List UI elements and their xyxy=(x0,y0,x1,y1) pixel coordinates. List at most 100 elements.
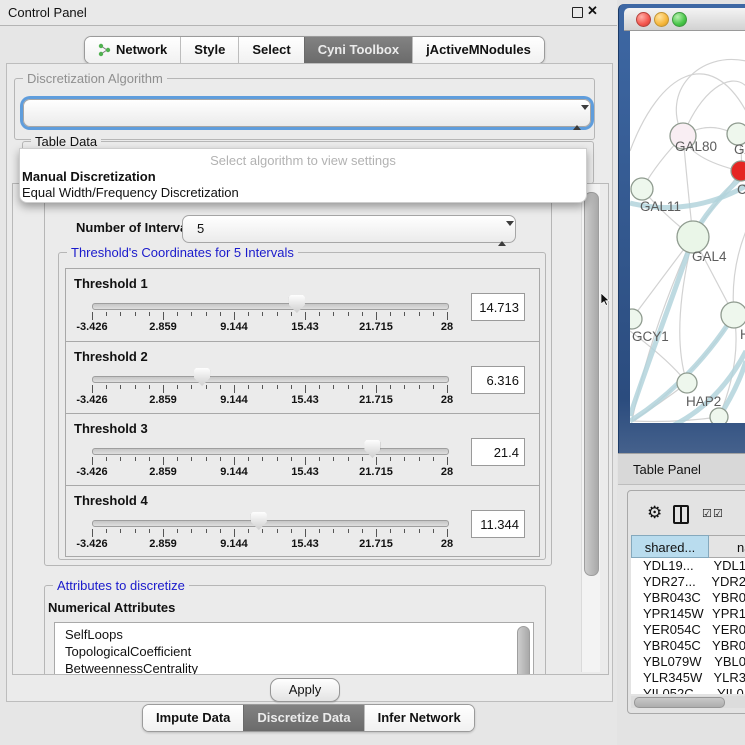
threshold-slider-3[interactable]: -3.4262.8599.14415.4321.71528 xyxy=(66,414,539,486)
node-label: GAL11 xyxy=(640,199,681,214)
tab-cyni-toolbox[interactable]: Cyni Toolbox xyxy=(304,37,412,63)
gear-icon[interactable]: ⚙ xyxy=(647,504,662,521)
table-row[interactable]: YBR045CYBR0 xyxy=(631,638,745,654)
scrollbar-track[interactable] xyxy=(581,184,600,672)
list-item[interactable]: BetweennessCentrality xyxy=(55,660,533,675)
slider-track[interactable] xyxy=(92,520,449,527)
slider-track[interactable] xyxy=(92,448,449,455)
slider-tick-labels: -3.4262.8599.14415.4321.71528 xyxy=(92,394,448,408)
threshold-slider-4[interactable]: -3.4262.8599.14415.4321.71528 xyxy=(66,486,539,558)
list-scrollbar[interactable] xyxy=(517,626,530,675)
scrollbar-thumb[interactable] xyxy=(584,192,599,576)
table-row[interactable]: YDL19...YDL1 xyxy=(631,558,745,574)
float-window-icon[interactable] xyxy=(572,7,583,18)
network-node[interactable] xyxy=(710,408,728,423)
network-canvas[interactable]: GAL80GACGAL11GAL4GCY1HHAP2 xyxy=(630,31,745,423)
network-node[interactable] xyxy=(677,373,697,393)
cell-shared-name[interactable]: YDR27... xyxy=(631,574,703,590)
number-of-intervals-combobox[interactable]: 5 xyxy=(182,215,516,243)
slider-ticks xyxy=(92,457,448,466)
slider-thumb[interactable] xyxy=(364,440,380,458)
cell-name[interactable]: YER0 xyxy=(704,622,745,638)
columns-icon[interactable] xyxy=(673,505,689,524)
slider-ticks xyxy=(92,312,448,321)
network-node[interactable] xyxy=(630,309,642,329)
column-header-shared-name[interactable]: shared... xyxy=(631,535,709,558)
cell-name[interactable]: YLR3 xyxy=(705,670,745,686)
node-label: HAP2 xyxy=(686,394,721,409)
cell-shared-name[interactable]: YDL19... xyxy=(631,558,705,574)
algorithm-combobox[interactable] xyxy=(23,99,591,127)
slider-thumb[interactable] xyxy=(251,512,267,530)
apply-button[interactable]: Apply xyxy=(270,678,340,702)
cell-name[interactable]: YBR0 xyxy=(704,590,745,606)
tick-label: 21.715 xyxy=(359,394,393,406)
cell-name[interactable]: YDR2 xyxy=(703,574,745,590)
tick-label: 9.144 xyxy=(220,538,248,550)
tab-style[interactable]: Style xyxy=(180,37,238,63)
threshold-value-field[interactable]: 6.316 xyxy=(471,366,525,394)
network-node[interactable] xyxy=(721,302,745,328)
threshold-value-field[interactable]: 14.713 xyxy=(471,293,525,321)
tab-discretize-data[interactable]: Discretize Data xyxy=(243,705,363,731)
tab-impute-data[interactable]: Impute Data xyxy=(143,705,243,731)
network-node[interactable] xyxy=(731,161,745,181)
tab-network[interactable]: Network xyxy=(85,37,180,63)
cell-name[interactable]: YPR1 xyxy=(704,606,745,622)
horizontal-scrollbar-thumb[interactable] xyxy=(634,697,725,708)
cell-shared-name[interactable]: YER054C xyxy=(631,622,704,638)
column-header-name[interactable]: name xyxy=(709,535,745,558)
node-label: C xyxy=(737,182,745,197)
cell-name[interactable]: YIL0 xyxy=(709,686,744,694)
minimize-traffic-light[interactable] xyxy=(654,12,669,27)
threshold-slider-2[interactable]: -3.4262.8599.14415.4321.71528 xyxy=(66,342,539,414)
cell-shared-name[interactable]: YPR145W xyxy=(631,606,704,622)
close-icon[interactable]: ✕ xyxy=(587,3,598,19)
table-row[interactable]: YIL052CYIL0 xyxy=(631,686,745,694)
mouse-cursor xyxy=(601,293,610,306)
slider-thumb[interactable] xyxy=(289,295,305,313)
tick-label: 2.859 xyxy=(149,321,177,333)
table-row[interactable]: YBR043CYBR0 xyxy=(631,590,745,606)
tab-label: jActiveMNodules xyxy=(426,37,531,63)
threshold-value-field[interactable]: 11.344 xyxy=(471,510,525,538)
cell-shared-name[interactable]: YBL079W xyxy=(631,654,706,670)
network-edge[interactable] xyxy=(632,417,719,422)
numerical-attributes-list: SelfLoopsTopologicalCoefficientBetweenne… xyxy=(55,623,533,675)
tick-label: 9.144 xyxy=(220,394,248,406)
dropdown-option-manual-discretization[interactable]: Manual Discretization xyxy=(22,169,156,184)
threshold-slider-1[interactable]: -3.4262.8599.14415.4321.71528 xyxy=(66,269,539,341)
threshold-value-field[interactable]: 21.4 xyxy=(471,438,525,466)
discretization-algorithm-group: Discretization Algorithm xyxy=(14,78,595,140)
cell-name[interactable]: YDL1 xyxy=(705,558,745,574)
tab-jactivemnodules[interactable]: jActiveMNodules xyxy=(412,37,544,63)
checkbox-icon[interactable]: ☑ xyxy=(702,509,712,520)
cell-name[interactable]: YBL0 xyxy=(706,654,745,670)
cell-shared-name[interactable]: YBR045C xyxy=(631,638,704,654)
table-row[interactable]: YLR345WYLR3 xyxy=(631,670,745,686)
close-traffic-light[interactable] xyxy=(636,12,651,27)
horizontal-scrollbar-track[interactable] xyxy=(631,696,745,708)
cell-shared-name[interactable]: YLR345W xyxy=(631,670,705,686)
zoom-traffic-light[interactable] xyxy=(672,12,687,27)
slider-track[interactable] xyxy=(92,303,449,310)
cell-shared-name[interactable]: YBR043C xyxy=(631,590,704,606)
cyni-toolbox-panel: Discretization Algorithm Select algorith… xyxy=(6,63,613,702)
slider-tick-labels: -3.4262.8599.14415.4321.71528 xyxy=(92,466,448,480)
list-item[interactable]: TopologicalCoefficient xyxy=(55,643,533,660)
cell-name[interactable]: YBR0 xyxy=(704,638,745,654)
list-item[interactable]: SelfLoops xyxy=(55,626,533,643)
dropdown-option-equal-width[interactable]: Equal Width/Frequency Discretization xyxy=(22,185,239,200)
table-row[interactable]: YPR145WYPR1 xyxy=(631,606,745,622)
cell-shared-name[interactable]: YIL052C xyxy=(631,686,709,694)
table-row[interactable]: YBL079WYBL0 xyxy=(631,654,745,670)
network-node[interactable] xyxy=(631,178,653,200)
slider-track[interactable] xyxy=(92,376,449,383)
table-row[interactable]: YER054CYER0 xyxy=(631,622,745,638)
checkbox-icon[interactable]: ☑ xyxy=(713,509,723,520)
network-window-titlebar xyxy=(624,8,745,31)
slider-thumb[interactable] xyxy=(194,368,210,386)
tab-infer-network[interactable]: Infer Network xyxy=(364,705,474,731)
tab-select[interactable]: Select xyxy=(238,37,303,63)
table-row[interactable]: YDR27...YDR2 xyxy=(631,574,745,590)
